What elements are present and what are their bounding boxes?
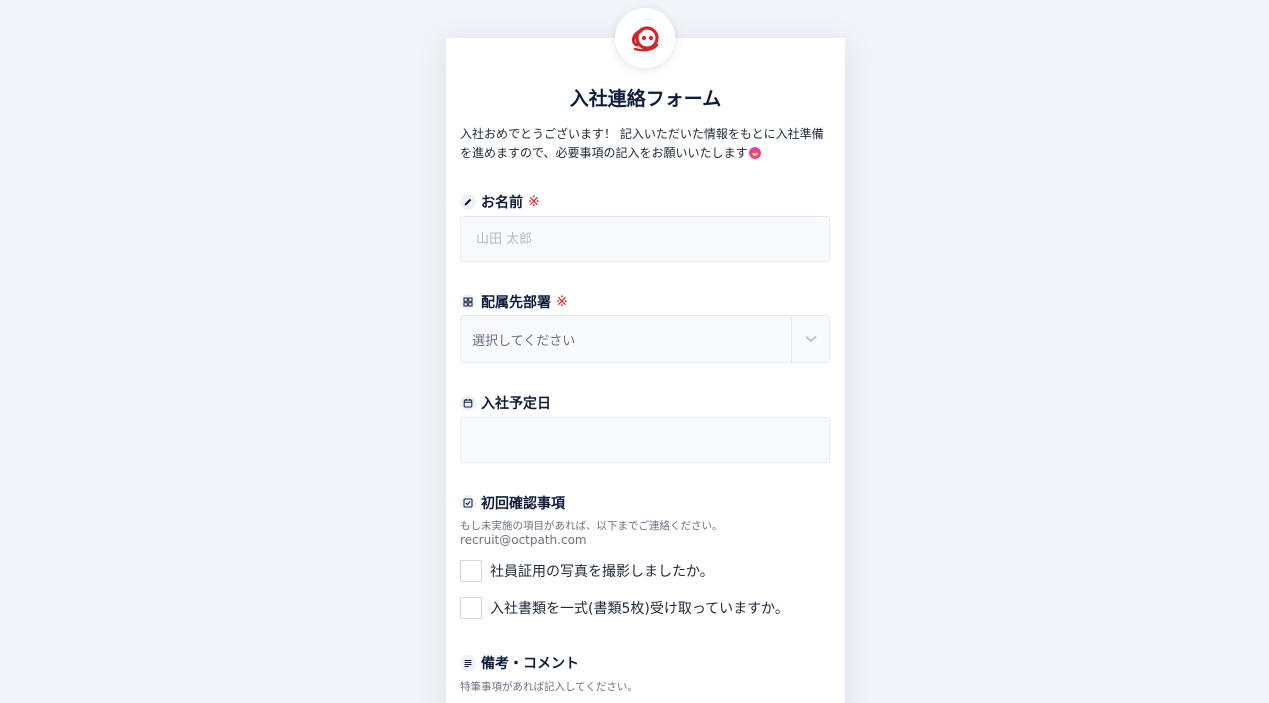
octopus-logo-icon	[631, 26, 659, 52]
check-item-photo[interactable]: 社員証用の写真を撮影しましたか。	[460, 560, 714, 582]
checkbox-icon	[460, 495, 476, 511]
grid-icon	[460, 294, 476, 310]
form-intro: 入社おめでとうございます！ 記入いただいた情報をもとに入社準備 を進めますので、…	[460, 125, 832, 163]
remarks-hint: 特筆事項があれば記入してください。	[460, 681, 638, 693]
remarks-label: 備考・コメント	[460, 653, 579, 673]
check-item-label: 入社書類を一式(書類5枚)受け取っていますか。	[490, 601, 789, 617]
grinning-emoji-icon	[748, 147, 761, 159]
department-select[interactable]: 選択してください	[460, 315, 830, 363]
name-input[interactable]	[461, 217, 829, 261]
form-title: 入社連絡フォーム	[569, 88, 722, 110]
start-date-label-text: 入社予定日	[481, 396, 551, 412]
start-date-input[interactable]	[461, 418, 829, 462]
initial-checks-hint: もし未実施の項目があれば、以下までご連絡ください。	[460, 520, 723, 532]
check-item-label: 社員証用の写真を撮影しましたか。	[490, 564, 714, 580]
logo	[615, 8, 675, 68]
calendar-icon	[460, 395, 476, 411]
documents-checkbox[interactable]	[460, 597, 482, 619]
pencil-icon	[460, 194, 476, 210]
start-date-label: 入社予定日	[460, 393, 551, 413]
department-label: 配属先部署 ※	[460, 292, 568, 312]
department-label-text: 配属先部署	[481, 295, 551, 311]
contact-email: recruit@octpath.com	[460, 533, 587, 547]
department-selected-value: 選択してください	[472, 333, 576, 349]
check-item-documents[interactable]: 入社書類を一式(書類5枚)受け取っていますか。	[460, 597, 789, 619]
name-label: お名前 ※	[460, 192, 540, 212]
initial-checks-label: 初回確認事項	[460, 493, 565, 513]
intro-line-2: を進めますので、必要事項の記入をお願いいたします	[460, 146, 748, 160]
name-label-text: お名前	[481, 195, 523, 211]
intro-line-1: 入社おめでとうございます！ 記入いただいた情報をもとに入社準備	[460, 127, 824, 141]
name-field[interactable]	[460, 216, 830, 262]
required-mark: ※	[528, 194, 540, 210]
required-mark: ※	[556, 294, 568, 310]
start-date-field[interactable]	[460, 417, 830, 463]
remarks-label-text: 備考・コメント	[481, 656, 579, 672]
lines-icon	[460, 655, 476, 671]
initial-checks-label-text: 初回確認事項	[481, 496, 565, 512]
photo-checkbox[interactable]	[460, 560, 482, 582]
chevron-down-icon[interactable]	[791, 316, 829, 362]
